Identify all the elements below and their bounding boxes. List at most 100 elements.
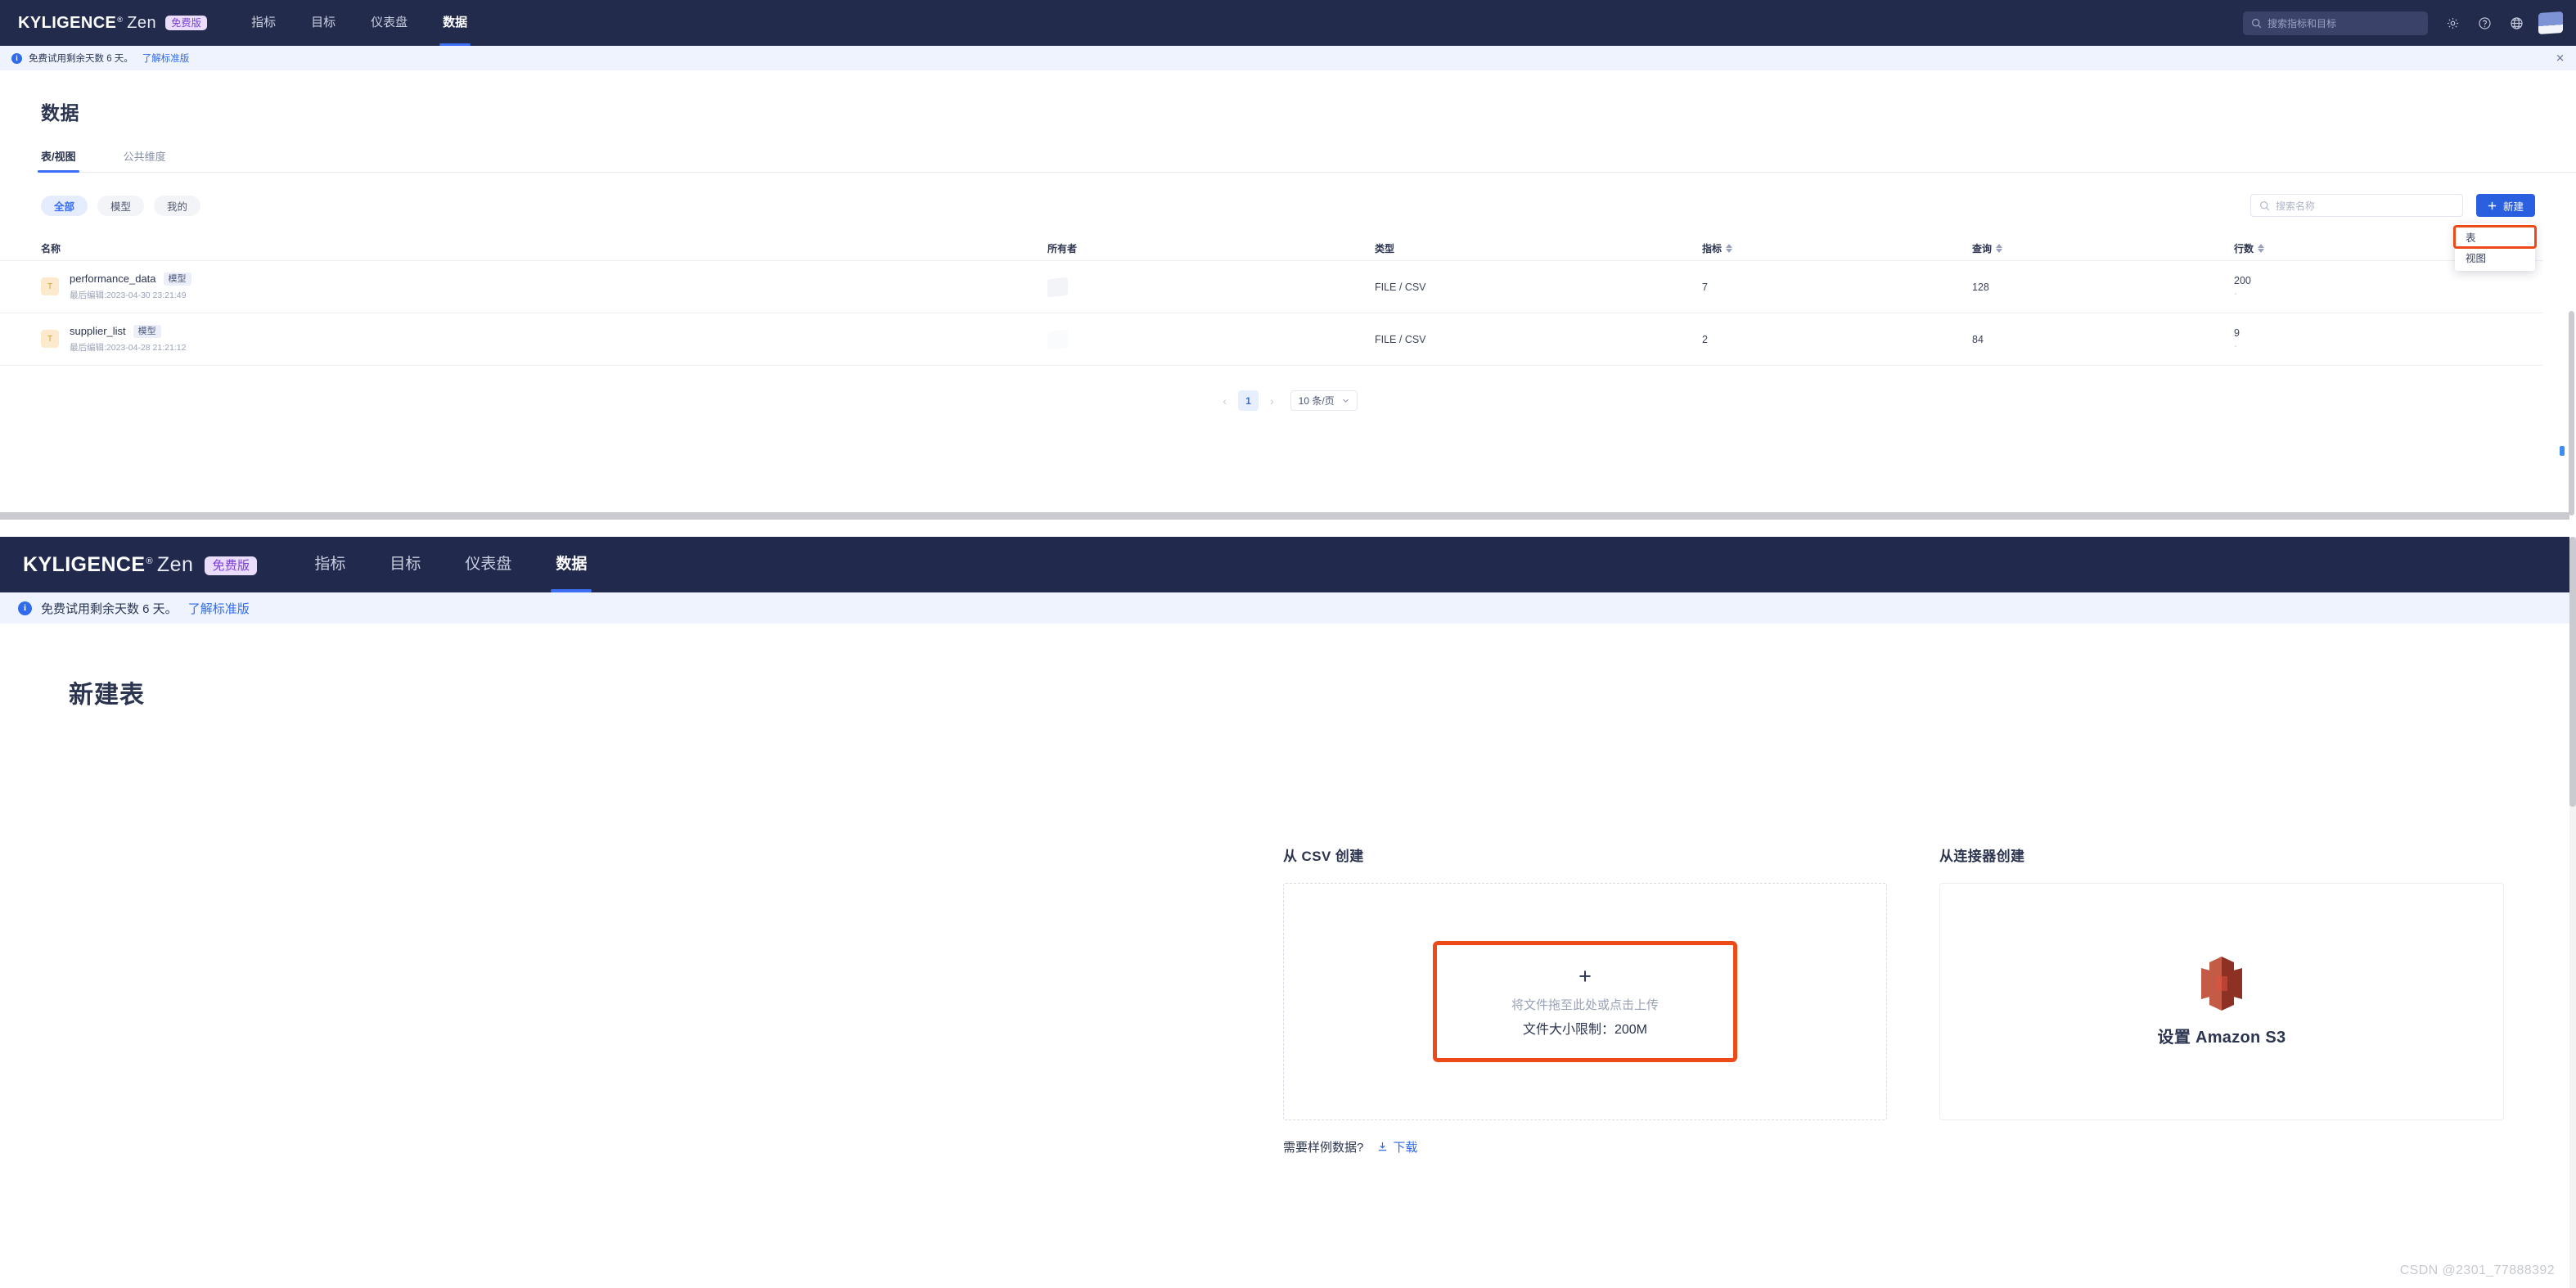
top-browser-view: KYLIGENCE ® Zen 免费版 指标 目标 仪表盘 数据 搜索指标和目标 bbox=[0, 0, 2576, 528]
edition-badge: 免费版 bbox=[165, 15, 208, 30]
horizontal-scrollbar[interactable] bbox=[0, 512, 2569, 520]
nav-item-dashboard[interactable]: 仪表盘 bbox=[371, 0, 408, 46]
owner-avatar bbox=[1047, 329, 1068, 349]
row-last-edited: 最后编辑:2023-04-30 23:21:49 bbox=[70, 290, 187, 301]
search-input[interactable]: 搜索名称 bbox=[2249, 194, 2463, 217]
data-table: 名称 所有者 类型 指标 查询 行数 T performance_data 模型… bbox=[0, 236, 2543, 366]
dropdown-item-view[interactable]: 视图 bbox=[2455, 247, 2535, 268]
create-options: 从 CSV 创建 + 将文件拖至此处或点击上传 文件大小限制：200M 需要样例… bbox=[0, 844, 2576, 1155]
row-tag-model: 模型 bbox=[163, 272, 191, 286]
prev-page-button[interactable]: ‹ bbox=[1218, 394, 1231, 408]
csv-section-heading: 从 CSV 创建 bbox=[1283, 849, 1364, 864]
cell-rows: 9 - bbox=[2234, 327, 2496, 351]
sample-data-row: 需要样例数据? 下载 bbox=[1283, 1138, 1887, 1155]
navbar-right: 搜索指标和目标 bbox=[2243, 11, 2576, 35]
filter-chip-mine[interactable]: 我的 bbox=[154, 195, 201, 216]
trial-notice-banner: i 免费试用剩余天数 6 天。 了解标准版 bbox=[0, 592, 2576, 624]
brand-name: KYLIGENCE bbox=[18, 13, 117, 32]
new-button[interactable]: 新建 bbox=[2475, 194, 2535, 217]
table-type-icon: T bbox=[41, 277, 59, 296]
cell-query: 128 bbox=[1972, 281, 1989, 293]
cell-type: FILE / CSV bbox=[1375, 281, 1426, 293]
owner-avatar bbox=[1047, 277, 1068, 297]
csv-create-section: 从 CSV 创建 + 将文件拖至此处或点击上传 文件大小限制：200M 需要样例… bbox=[1283, 844, 1887, 1155]
nav-item-data[interactable]: 数据 bbox=[439, 0, 471, 46]
dropdown-item-table[interactable]: 表 bbox=[2453, 225, 2537, 249]
chevron-down-icon bbox=[1342, 399, 1349, 403]
amazon-s3-label: 设置 Amazon S3 bbox=[2157, 1028, 2286, 1047]
col-header-index[interactable]: 指标 bbox=[1702, 241, 1972, 255]
page-size-select[interactable]: 10 条/页 bbox=[1290, 390, 1358, 411]
global-search-placeholder: 搜索指标和目标 bbox=[2268, 17, 2337, 29]
learn-standard-link[interactable]: 了解标准版 bbox=[188, 600, 250, 617]
col-header-rows-label: 行数 bbox=[2234, 243, 2254, 254]
nav-links: 指标 目标 仪表盘 数据 bbox=[251, 0, 502, 46]
nav-links: 指标 目标 仪表盘 数据 bbox=[314, 537, 631, 592]
brand-subname: Zen bbox=[127, 13, 157, 32]
nav-item-data[interactable]: 数据 bbox=[551, 537, 592, 592]
gear-icon[interactable] bbox=[2446, 16, 2460, 30]
info-icon: i bbox=[18, 601, 32, 615]
vertical-scrollbar[interactable] bbox=[2569, 311, 2574, 516]
sort-icon-rows[interactable] bbox=[2258, 244, 2265, 253]
row-name[interactable]: performance_data bbox=[70, 272, 156, 285]
cell-name: T performance_data 模型 最后编辑:2023-04-30 23… bbox=[41, 272, 1047, 302]
cell-rows: 200 - bbox=[2234, 275, 2496, 299]
new-button-label: 新建 bbox=[2502, 200, 2524, 213]
col-header-query-label: 查询 bbox=[1972, 243, 1993, 254]
help-icon[interactable] bbox=[2478, 16, 2492, 30]
bottom-browser-view: KYLIGENCE ® Zen 免费版 指标 目标 仪表盘 数据 i 免费试用剩… bbox=[0, 537, 2576, 1288]
table-row[interactable]: T performance_data 模型 最后编辑:2023-04-30 23… bbox=[0, 261, 2543, 313]
sort-icon-index[interactable] bbox=[1726, 244, 1733, 253]
connector-create-section: 从连接器创建 设置 Amazon S3 bbox=[1939, 844, 2504, 1155]
scroll-marker bbox=[2560, 446, 2565, 456]
brand-registered-mark: ® bbox=[117, 15, 124, 24]
csv-dropzone-highlight[interactable]: + 将文件拖至此处或点击上传 文件大小限制：200M bbox=[1433, 941, 1737, 1062]
tab-tables-views[interactable]: 表/视图 bbox=[38, 148, 79, 173]
cell-index: 2 bbox=[1702, 333, 1708, 345]
brand-registered-mark: ® bbox=[146, 556, 153, 566]
table-row[interactable]: T supplier_list 模型 最后编辑:2023-04-28 21:21… bbox=[0, 313, 2543, 366]
filter-chip-model[interactable]: 模型 bbox=[97, 195, 145, 216]
nav-item-goals[interactable]: 目标 bbox=[311, 0, 336, 46]
cell-owner bbox=[1047, 277, 1375, 297]
plus-icon: + bbox=[1578, 964, 1592, 989]
filter-toolbar: 全部 模型 我的 搜索名称 新建 表 视图 bbox=[41, 194, 2576, 271]
nav-item-metrics[interactable]: 指标 bbox=[314, 537, 345, 592]
csv-dropzone[interactable]: + 将文件拖至此处或点击上传 文件大小限制：200M bbox=[1283, 883, 1887, 1120]
cell-index: 7 bbox=[1702, 281, 1708, 293]
filter-chip-all[interactable]: 全部 bbox=[41, 195, 88, 216]
cell-rows-sub: - bbox=[2234, 289, 2237, 299]
globe-icon[interactable] bbox=[2510, 16, 2524, 30]
table-header-row: 名称 所有者 类型 指标 查询 行数 bbox=[0, 236, 2543, 261]
col-header-owner: 所有者 bbox=[1047, 243, 1078, 254]
tab-public-dimensions[interactable]: 公共维度 bbox=[124, 148, 166, 172]
col-header-index-label: 指标 bbox=[1702, 243, 1723, 254]
cell-owner bbox=[1047, 329, 1375, 349]
cell-rows-value: 9 bbox=[2234, 327, 2240, 339]
screenshot-root: KYLIGENCE ® Zen 免费版 指标 目标 仪表盘 数据 搜索指标和目标 bbox=[0, 0, 2576, 1288]
learn-standard-link[interactable]: 了解标准版 bbox=[142, 52, 190, 65]
download-sample-link[interactable]: 下载 bbox=[1376, 1138, 1417, 1155]
sample-data-question: 需要样例数据? bbox=[1283, 1141, 1364, 1155]
download-icon bbox=[1379, 1142, 1387, 1151]
global-search-input[interactable]: 搜索指标和目标 bbox=[2243, 11, 2428, 35]
row-name[interactable]: supplier_list bbox=[70, 325, 126, 337]
amazon-s3-card[interactable]: 设置 Amazon S3 bbox=[1939, 883, 2504, 1120]
csv-drop-hint: 将文件拖至此处或点击上传 bbox=[1511, 998, 1659, 1012]
vertical-scrollbar[interactable] bbox=[2569, 537, 2576, 1288]
app-logo[interactable]: KYLIGENCE ® Zen 免费版 bbox=[23, 552, 258, 577]
page-number-1[interactable]: 1 bbox=[1237, 390, 1259, 411]
brand-name: KYLIGENCE bbox=[23, 552, 146, 576]
avatar[interactable] bbox=[2538, 11, 2563, 35]
top-navbar: KYLIGENCE ® Zen 免费版 指标 目标 仪表盘 数据 搜索指标和目标 bbox=[0, 0, 2576, 46]
sort-icon-query[interactable] bbox=[1996, 244, 2003, 253]
col-header-query[interactable]: 查询 bbox=[1972, 241, 2234, 255]
cell-rows-value: 200 bbox=[2234, 275, 2251, 286]
nav-item-metrics[interactable]: 指标 bbox=[251, 0, 276, 46]
next-page-button[interactable]: › bbox=[1266, 394, 1278, 408]
app-logo[interactable]: KYLIGENCE ® Zen 免费版 bbox=[18, 13, 208, 33]
nav-item-dashboard[interactable]: 仪表盘 bbox=[465, 537, 511, 592]
nav-item-goals[interactable]: 目标 bbox=[390, 537, 421, 592]
close-icon[interactable]: ✕ bbox=[2556, 53, 2565, 64]
